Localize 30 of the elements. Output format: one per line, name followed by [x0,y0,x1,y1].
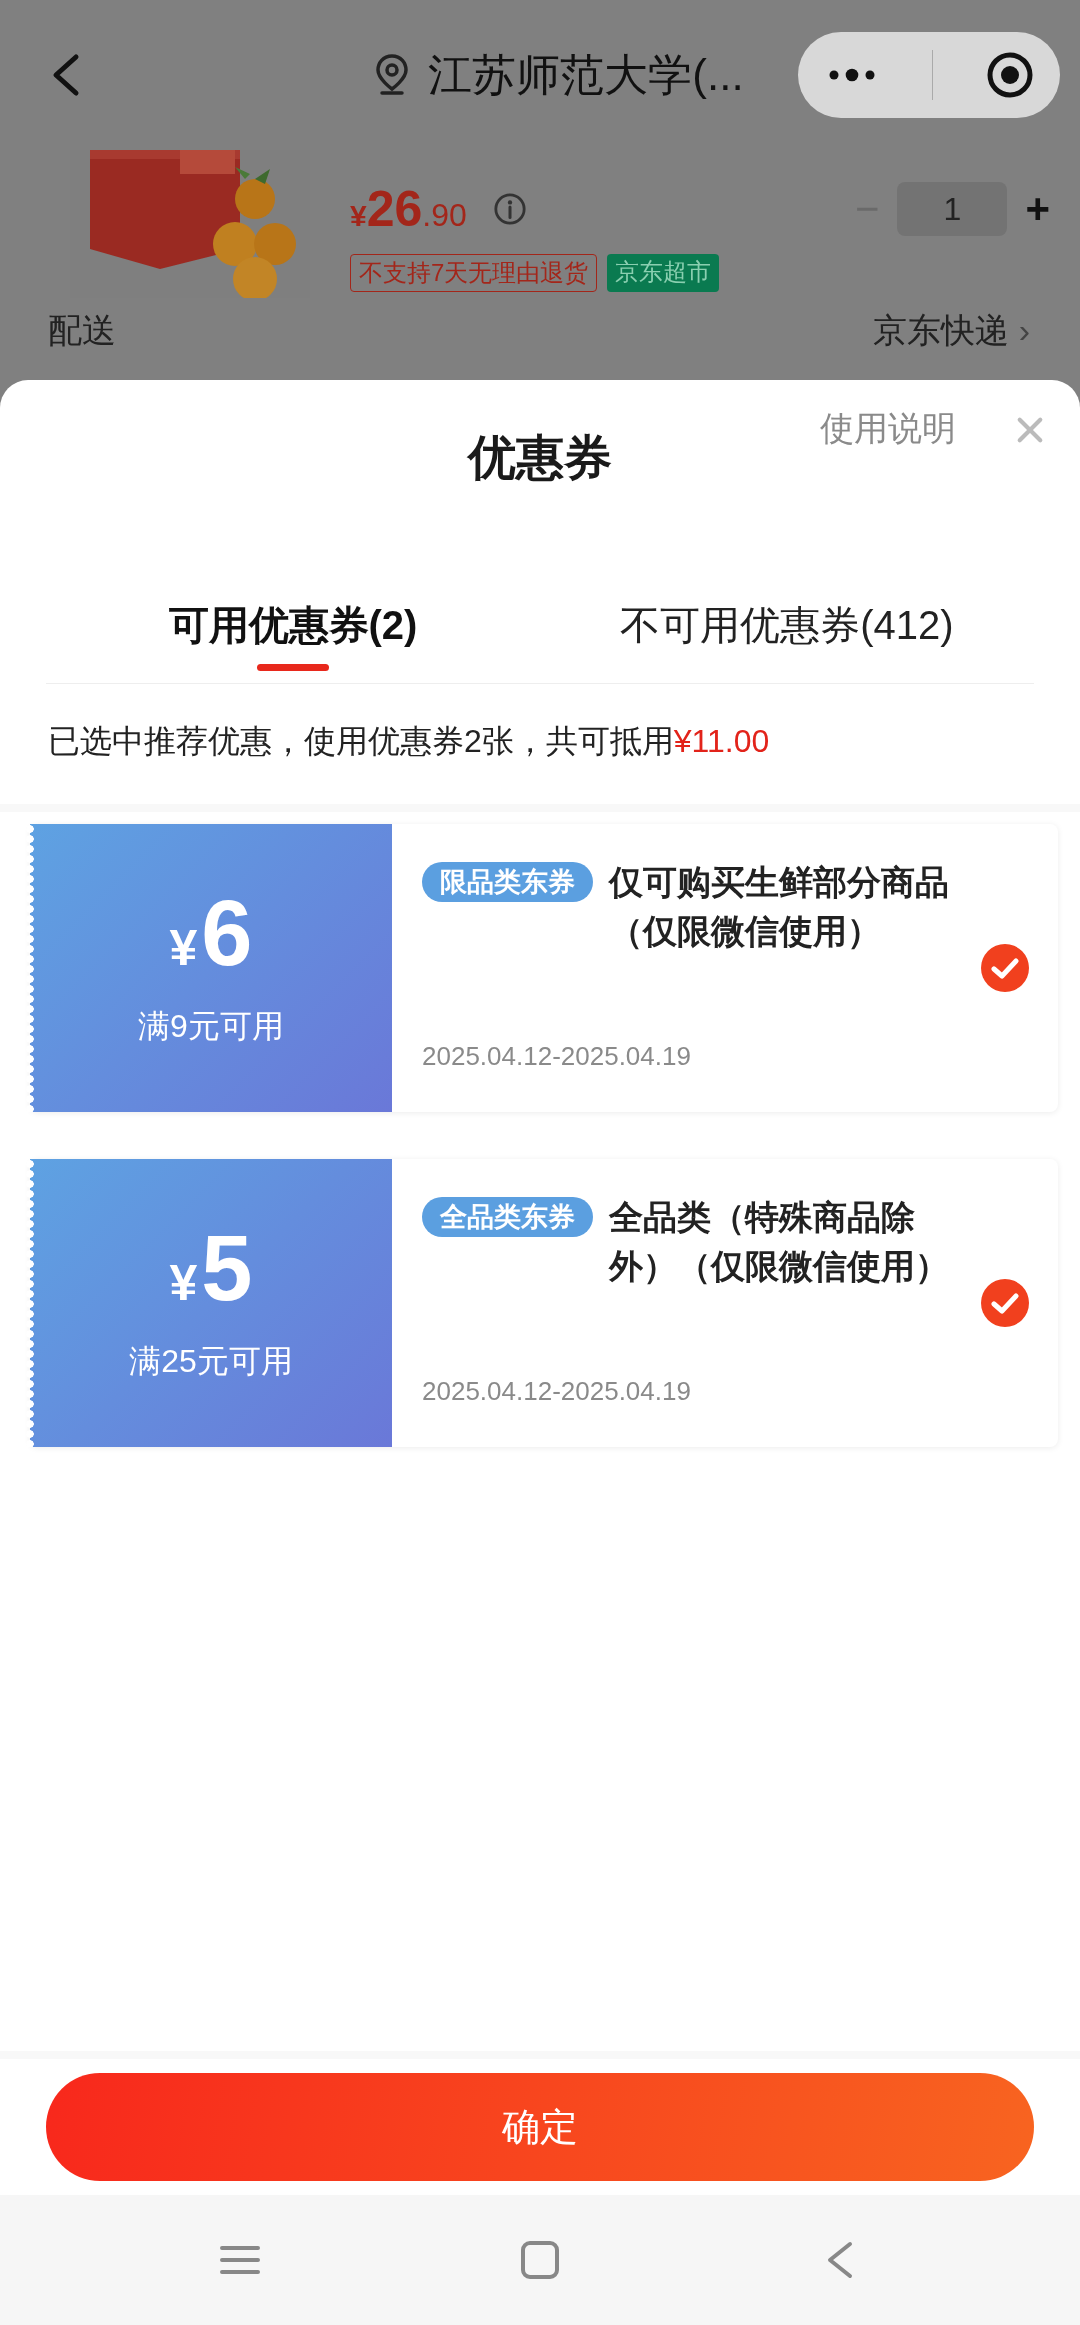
usage-guide-link[interactable]: 使用说明 [820,406,956,452]
coupon-description: 仅可购买生鲜部分商品（仅限微信使用） [609,862,950,953]
coupon-type-tag: 限品类东券 [422,862,593,902]
location-title[interactable]: 江苏师范大学(... [428,45,744,105]
coupon-amount: ¥6 [169,887,253,979]
coupon-type-tag: 全品类东券 [422,1197,593,1237]
product-tag: 京东超市 [607,254,720,292]
check-icon[interactable] [980,943,1030,993]
coupon-tab[interactable]: 可用优惠券(2) [46,580,540,683]
coupon-validity: 2025.04.12-2025.04.19 [422,1376,692,1407]
info-icon[interactable] [492,192,527,226]
coupon-validity: 2025.04.12-2025.04.19 [422,1041,692,1072]
sheet-title: 优惠券 [468,430,612,486]
product-price: ¥26.90 [350,180,467,238]
home-icon[interactable] [520,2240,560,2280]
product-tag: 不支持7天无理由退货 [350,254,598,292]
coupon-condition: 满9元可用 [138,1007,284,1046]
increase-button[interactable]: + [1025,185,1050,233]
coupon-tab[interactable]: 不可用优惠券(412) [540,580,1034,683]
savings-summary: 已选中推荐优惠，使用优惠券2张，共可抵用¥11.00 [48,723,770,759]
check-icon[interactable] [980,1278,1030,1328]
coupon-amount: ¥5 [169,1222,253,1314]
delivery-value[interactable]: 京东快递 › [873,312,1030,350]
confirm-button[interactable]: 确定 [46,2073,1034,2181]
coupon-condition: 满25元可用 [129,1342,293,1381]
quantity-field[interactable]: 1 [897,182,1008,236]
coupon-description: 全品类（特殊商品除外）（仅限微信使用） [609,1197,950,1288]
location-pin-icon [374,53,411,97]
close-miniprogram-icon[interactable] [985,51,1034,99]
delivery-label: 配送 [48,312,116,350]
